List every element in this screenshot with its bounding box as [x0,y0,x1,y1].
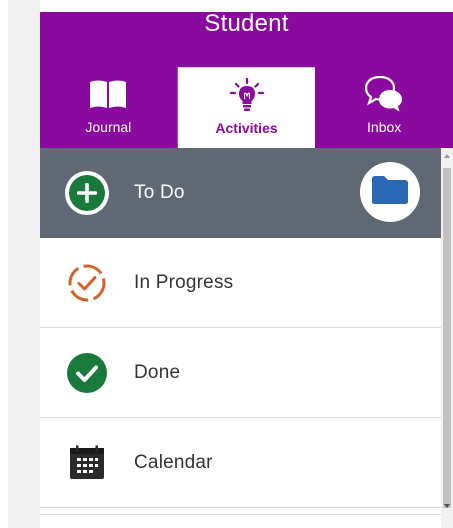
list-bottom-divider [40,514,441,515]
list-item-label: To Do [134,181,185,203]
list-item-todo[interactable]: To Do [40,148,441,238]
scroll-down-arrow-icon[interactable] [444,504,450,508]
tab-journal-label: Journal [85,119,132,135]
tab-journal[interactable]: Journal [40,67,178,148]
activity-list: To Do In Progress Done Calendar [40,148,441,514]
tab-activities[interactable]: Activities [177,67,316,148]
calendar-icon [64,440,110,486]
tab-activities-label: Activities [215,120,278,136]
list-item-calendar[interactable]: Calendar [40,418,441,508]
list-item-label: In Progress [134,271,234,293]
list-item-in-progress[interactable]: In Progress [40,238,441,328]
check-circle-icon [64,350,110,396]
tab-inbox[interactable]: Inbox [315,67,453,148]
list-item-label: Calendar [134,451,213,473]
app-header: Student [40,12,453,67]
tab-inbox-label: Inbox [367,119,402,135]
progress-check-icon [64,260,110,306]
folder-button[interactable] [360,162,420,222]
book-icon [89,77,127,111]
list-item-label: Done [134,361,181,383]
folder-icon [371,175,409,210]
tab-bar: Journal Activities Inbox [40,67,453,148]
plus-circle-icon [64,170,110,216]
scrollbar-thumb[interactable] [443,168,451,508]
list-item-done[interactable]: Done [40,328,441,418]
chat-bubbles-icon [363,75,405,112]
page-title: Student [204,10,289,37]
scrollbar[interactable] [441,148,453,528]
scroll-up-arrow-icon[interactable] [444,154,450,158]
left-margin [0,0,8,528]
lightbulb-icon [227,78,267,112]
